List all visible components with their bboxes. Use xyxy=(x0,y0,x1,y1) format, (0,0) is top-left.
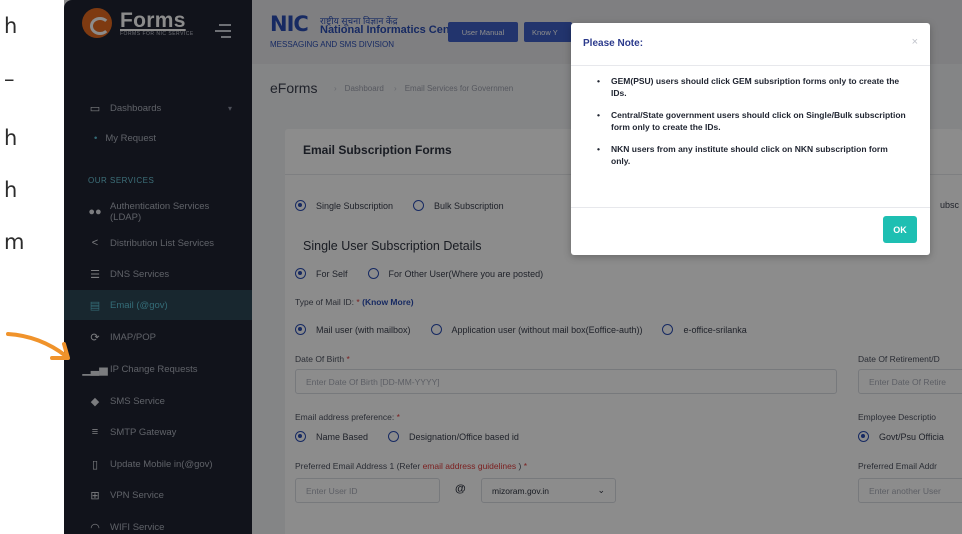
close-icon[interactable]: × xyxy=(912,36,918,48)
left-text-column: h – h h m xyxy=(0,0,64,534)
left-text-fragment: – xyxy=(4,67,15,91)
notice-modal: Please Note: × GEM(PSU) users should cli… xyxy=(571,23,930,255)
left-text-fragment: h xyxy=(4,14,18,38)
left-text-fragment: m xyxy=(4,230,25,254)
note-item: Central/State government users should cl… xyxy=(597,109,909,133)
note-item: GEM(PSU) users should click GEM subsript… xyxy=(597,75,909,99)
left-text-fragment: h xyxy=(4,178,18,202)
ok-button[interactable]: OK xyxy=(883,216,917,243)
annotation-arrow-icon xyxy=(6,332,70,360)
notes-list: GEM(PSU) users should click GEM subsript… xyxy=(597,75,909,177)
modal-divider xyxy=(571,65,930,66)
note-item: NKN users from any institute should clic… xyxy=(597,143,909,167)
modal-title: Please Note: xyxy=(583,38,644,49)
left-text-fragment: h xyxy=(4,126,18,150)
modal-divider xyxy=(571,207,930,208)
